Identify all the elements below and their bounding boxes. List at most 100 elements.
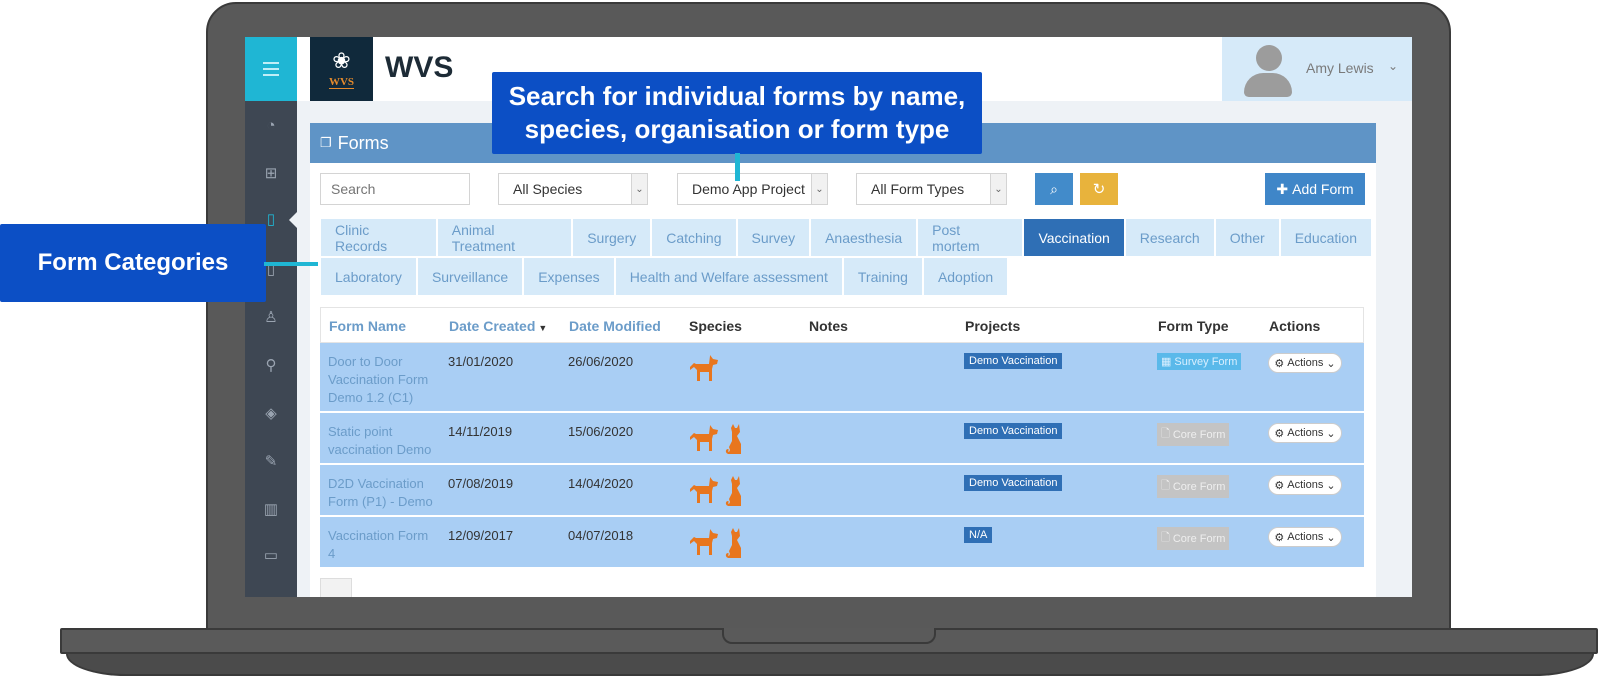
paw-icon: ❀ — [332, 47, 351, 73]
col-actions: Actions — [1269, 318, 1321, 334]
search-input[interactable] — [320, 173, 470, 205]
form-name-link[interactable]: Door to Door Vaccination Form Demo 1.2 (… — [328, 353, 438, 407]
layers-icon[interactable]: ◈ — [245, 401, 297, 425]
refresh-button[interactable]: ↻ — [1080, 173, 1118, 205]
panel-title: Forms — [337, 132, 389, 153]
form-type-label: Survey Form — [1174, 355, 1238, 368]
tab-adoption[interactable]: Adoption — [923, 258, 1008, 295]
menu-toggle-icon[interactable] — [245, 37, 297, 101]
actions-dropdown-button[interactable]: ⚙ Actions ⌄ — [1268, 353, 1342, 373]
chevron-down-icon: ⌄ — [1326, 427, 1336, 440]
tab-laboratory[interactable]: Laboratory — [321, 258, 416, 295]
table-row[interactable]: Door to Door Vaccination Form Demo 1.2 (… — [320, 343, 1364, 413]
tab-clinic-records[interactable]: Clinic Records — [321, 219, 436, 256]
form-name-link[interactable]: Vaccination Form 4 — [328, 527, 438, 563]
tab-anaesthesia[interactable]: Anaesthesia — [811, 219, 917, 256]
chevron-down-icon: ⌄ — [1388, 59, 1399, 73]
tab-animal-treatment[interactable]: Animal Treatment — [437, 219, 572, 256]
form-type-label: Core Form — [1172, 428, 1226, 441]
dog-icon — [688, 353, 720, 383]
add-form-button[interactable]: ✚ Add Form — [1265, 173, 1365, 205]
actions-label: Actions — [1287, 479, 1324, 491]
sidebar: ◔ ⊞ ▯ ▯ ♙ ⚲ ◈ ✎ ▥ ▭ — [245, 37, 297, 597]
dashboard-icon[interactable]: ◔ — [245, 113, 297, 137]
table-row[interactable]: Vaccination Form 4 12/09/2017 04/07/2018 N/… — [320, 517, 1364, 569]
sidebar-active-pointer — [289, 212, 297, 228]
tab-surveillance[interactable]: Surveillance — [417, 258, 523, 295]
form-name-link[interactable]: D2D Vaccination Form (P1) - Demo — [328, 475, 438, 511]
tab-health-and-welfare-assessment[interactable]: Health and Welfare assessment — [615, 258, 842, 295]
table-row[interactable]: D2D Vaccination Form (P1) - Demo 07/08/20… — [320, 465, 1364, 517]
tab-other[interactable]: Other — [1215, 219, 1279, 256]
plus-icon: ✚ — [1276, 180, 1289, 197]
tab-surgery[interactable]: Surgery — [573, 219, 651, 256]
user-menu[interactable]: Amy Lewis ⌄ — [1222, 37, 1412, 101]
form-type-badge: 🗋 Core Form — [1157, 475, 1230, 498]
form-type-select[interactable]: All Form Types ⌄ — [856, 173, 1007, 205]
col-projects: Projects — [965, 318, 1021, 334]
species-icons — [688, 353, 720, 383]
actions-dropdown-button[interactable]: ⚙ Actions ⌄ — [1268, 527, 1342, 547]
search-button[interactable]: ⌕ — [1035, 173, 1073, 205]
bar-chart-icon[interactable]: ▥ — [245, 497, 297, 521]
tab-vaccination[interactable]: Vaccination — [1024, 219, 1124, 256]
tab-row-1: Clinic Records Animal Treatment Surgery Cat… — [321, 219, 1371, 256]
chevron-down-icon: ⌄ — [1326, 479, 1336, 492]
date-created: 12/09/2017 — [448, 528, 514, 543]
form-type-label: Core Form — [1172, 480, 1226, 493]
tab-research[interactable]: Research — [1125, 219, 1214, 256]
edit-icon[interactable]: ✎ — [245, 449, 297, 473]
map-pin-icon[interactable]: ⚲ — [245, 353, 297, 377]
filter-bar: All Species ⌄ Demo App Project ⌄ All For… — [310, 163, 1376, 217]
actions-dropdown-button[interactable]: ⚙ Actions ⌄ — [1268, 475, 1342, 495]
tab-row-2: Laboratory Surveillance Expenses Health and… — [321, 258, 1371, 295]
col-date-created-label: Date Created — [449, 318, 536, 334]
actions-label: Actions — [1287, 427, 1324, 439]
pagination[interactable] — [320, 578, 352, 597]
logo-text: WVS — [328, 75, 355, 89]
tab-education[interactable]: Education — [1280, 219, 1371, 256]
user-icon[interactable]: ♙ — [245, 305, 297, 329]
table-body: Door to Door Vaccination Form Demo 1.2 (… — [320, 343, 1364, 569]
species-icons — [688, 527, 744, 559]
tab-training[interactable]: Training — [843, 258, 922, 295]
avatar — [1244, 45, 1292, 97]
col-date-modified[interactable]: Date Modified — [569, 318, 661, 334]
col-form-type: Form Type — [1158, 318, 1229, 334]
categories-callout: Form Categories — [0, 224, 266, 302]
app-logo[interactable]: ❀ WVS — [310, 37, 373, 101]
project-badge: Demo Vaccination — [964, 475, 1063, 491]
gear-icon: ⚙ — [1274, 531, 1285, 544]
form-type-label: Core Form — [1172, 532, 1226, 545]
chevron-down-icon: ⌄ — [990, 174, 1006, 204]
dog-icon — [688, 527, 720, 559]
tab-post-mortem[interactable]: Post mortem — [918, 219, 1023, 256]
date-created: 14/11/2019 — [448, 424, 513, 439]
search-icon: ⌕ — [1050, 180, 1058, 197]
cat-icon — [724, 475, 744, 507]
form-name-link[interactable]: Static point vaccination Demo — [328, 423, 438, 459]
form-type-badge: ▦ Survey Form — [1157, 353, 1242, 370]
project-select[interactable]: Demo App Project ⌄ — [677, 173, 828, 205]
sort-down-icon: ▼ — [538, 323, 548, 333]
project-badge: Demo Vaccination — [964, 353, 1063, 369]
project-badge: N/A — [964, 527, 993, 543]
cat-icon — [724, 423, 744, 455]
file-icon: 🗋 — [1161, 428, 1170, 440]
chevron-down-icon: ⌄ — [1326, 531, 1336, 544]
categories-callout-connector — [264, 262, 318, 266]
table-row[interactable]: Static point vaccination Demo 14/11/2019 1… — [320, 413, 1364, 465]
actions-dropdown-button[interactable]: ⚙ Actions ⌄ — [1268, 423, 1342, 443]
refresh-icon: ↻ — [1092, 181, 1106, 198]
form-category-tabs: Clinic Records Animal Treatment Surgery Cat… — [321, 219, 1371, 297]
tab-expenses[interactable]: Expenses — [524, 258, 614, 295]
species-select[interactable]: All Species ⌄ — [498, 173, 648, 205]
forms-table: Form Name Date Created ▼ Date Modified Sp… — [320, 307, 1364, 569]
col-form-name[interactable]: Form Name — [329, 318, 406, 334]
col-date-created[interactable]: Date Created ▼ — [449, 318, 547, 334]
chevron-down-icon: ⌄ — [811, 174, 827, 204]
medical-kit-icon[interactable]: ⊞ — [245, 161, 297, 185]
monitor-icon[interactable]: ▭ — [245, 543, 297, 567]
tab-survey[interactable]: Survey — [737, 219, 810, 256]
tab-catching[interactable]: Catching — [652, 219, 736, 256]
